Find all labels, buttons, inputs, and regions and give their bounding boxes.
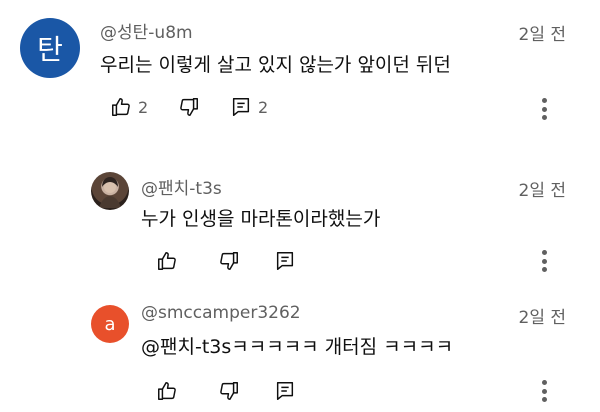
reply-button[interactable]: 2 bbox=[230, 96, 268, 118]
avatar-letter: a bbox=[104, 313, 116, 335]
dot bbox=[541, 250, 547, 255]
reply-thread: a @smccamper3262 2일 전 @팬치-t3sㅋㅋㅋㅋㅋ 개터짐 ㅋ… bbox=[0, 290, 600, 412]
avatar[interactable]: a bbox=[91, 305, 129, 343]
dislike-button[interactable] bbox=[218, 250, 274, 272]
like-button[interactable] bbox=[156, 250, 218, 272]
comment-author[interactable]: @팬치-t3s bbox=[141, 174, 222, 199]
comment-actions bbox=[156, 380, 296, 402]
thumbs-down-icon bbox=[220, 382, 238, 400]
dot bbox=[541, 98, 547, 103]
comment-icon bbox=[276, 252, 294, 270]
dot bbox=[541, 397, 547, 402]
like-button[interactable]: 2 bbox=[110, 96, 178, 118]
thumbs-down-icon bbox=[180, 98, 198, 116]
comment-author[interactable]: @smccamper3262 bbox=[141, 303, 301, 323]
comment-time: 2일 전 bbox=[518, 181, 567, 201]
avatar[interactable]: 탄 bbox=[20, 18, 80, 78]
comment-text: @팬치-t3sㅋㅋㅋㅋㅋ 개터짐 ㅋㅋㅋㅋ bbox=[141, 336, 454, 358]
comment-time: 2일 전 bbox=[518, 308, 567, 328]
comment-text: 누가 인생을 마라톤이라했는가 bbox=[141, 208, 381, 230]
reply-button[interactable] bbox=[274, 380, 296, 402]
avatar-letter: 탄 bbox=[37, 33, 63, 66]
like-button[interactable] bbox=[156, 380, 218, 402]
dislike-button[interactable] bbox=[218, 380, 274, 402]
thumbs-down-icon bbox=[220, 252, 238, 270]
dot bbox=[541, 388, 547, 394]
comment-icon bbox=[232, 98, 250, 116]
comment-actions bbox=[156, 250, 296, 272]
more-options-button[interactable] bbox=[538, 248, 550, 274]
thumbs-up-icon bbox=[158, 252, 176, 270]
thumbs-up-icon bbox=[158, 382, 176, 400]
avatar-photo-icon bbox=[99, 177, 121, 208]
comment-icon bbox=[276, 382, 294, 400]
dot bbox=[541, 106, 547, 112]
more-options-button[interactable] bbox=[538, 96, 550, 122]
avatar[interactable] bbox=[91, 172, 129, 210]
dot bbox=[541, 267, 547, 272]
comment-text: 우리는 이렇게 살고 있지 않는가 앞이던 뒤던 bbox=[100, 54, 451, 76]
like-count: 2 bbox=[138, 97, 149, 117]
dot bbox=[541, 380, 547, 385]
dot bbox=[541, 115, 547, 120]
thumbs-up-icon bbox=[112, 98, 130, 116]
comment-author[interactable]: @성탄-u8m bbox=[100, 18, 193, 43]
reply-button[interactable] bbox=[274, 250, 296, 272]
reply-count: 2 bbox=[258, 97, 269, 117]
comment-time: 2일 전 bbox=[518, 25, 567, 45]
comment-thread: 탄 @성탄-u8m 2일 전 우리는 이렇게 살고 있지 않는가 앞이던 뒤던 … bbox=[0, 0, 600, 140]
dot bbox=[541, 258, 547, 264]
dislike-button[interactable] bbox=[178, 96, 230, 118]
more-options-button[interactable] bbox=[538, 378, 550, 404]
comment-actions: 2 2 bbox=[110, 96, 268, 118]
reply-thread: @팬치-t3s 2일 전 누가 인생을 마라톤이라했는가 bbox=[0, 160, 600, 285]
